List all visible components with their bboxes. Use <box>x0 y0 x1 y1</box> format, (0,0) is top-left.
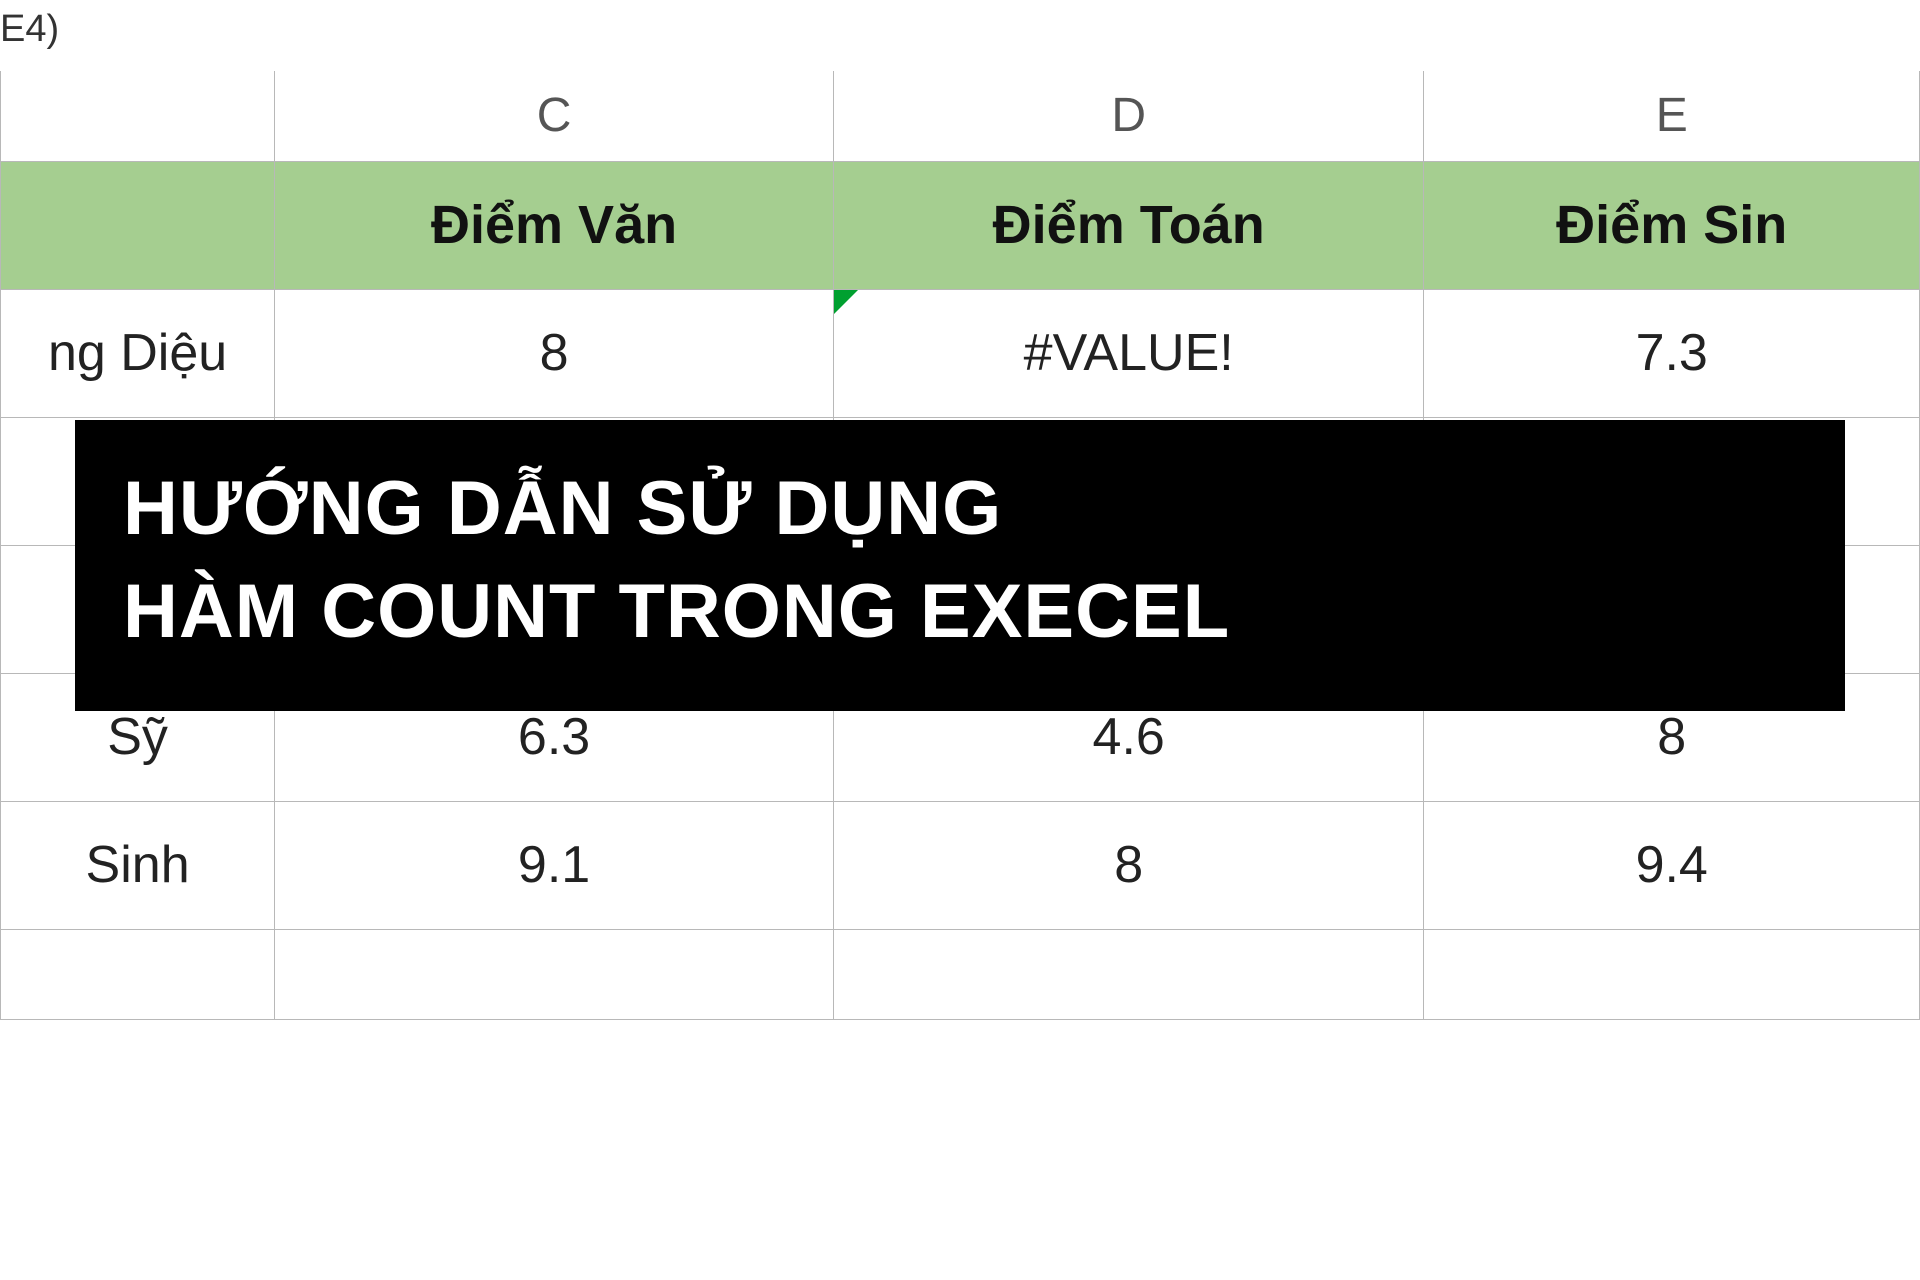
cell-name-0[interactable]: ng Diệu <box>1 289 275 417</box>
cell-name-4[interactable]: Sinh <box>1 801 275 929</box>
table-row: ng Diệu 8 #VALUE! 7.3 <box>1 289 1920 417</box>
col-letter-e[interactable]: E <box>1424 71 1920 161</box>
header-van[interactable]: Điểm Văn <box>275 161 834 289</box>
cell-sinh-0[interactable]: 7.3 <box>1424 289 1920 417</box>
cell-toan-4[interactable]: 8 <box>833 801 1423 929</box>
cell-sinh-4[interactable]: 9.4 <box>1424 801 1920 929</box>
cell-empty[interactable] <box>833 929 1423 1019</box>
header-name-blank[interactable] <box>1 161 275 289</box>
banner-line-2: HÀM COUNT TRONG EXECEL <box>123 561 1797 664</box>
col-letter-d[interactable]: D <box>833 71 1423 161</box>
formula-bar[interactable]: E4) <box>0 0 1920 71</box>
cell-empty[interactable] <box>1424 929 1920 1019</box>
header-sinh[interactable]: Điểm Sin <box>1424 161 1920 289</box>
cell-van-4[interactable]: 9.1 <box>275 801 834 929</box>
col-letter-c[interactable]: C <box>275 71 834 161</box>
title-banner: HƯỚNG DẪN SỬ DỤNG HÀM COUNT TRONG EXECEL <box>75 420 1845 711</box>
column-letter-row: C D E <box>1 71 1920 161</box>
header-row: Điểm Văn Điểm Toán Điểm Sin <box>1 161 1920 289</box>
banner-line-1: HƯỚNG DẪN SỬ DỤNG <box>123 458 1797 561</box>
header-toan[interactable]: Điểm Toán <box>833 161 1423 289</box>
cell-empty[interactable] <box>1 929 275 1019</box>
table-row: Sinh 9.1 8 9.4 <box>1 801 1920 929</box>
table-row <box>1 929 1920 1019</box>
col-letter-blank[interactable] <box>1 71 275 161</box>
cell-toan-0[interactable]: #VALUE! <box>833 289 1423 417</box>
cell-van-0[interactable]: 8 <box>275 289 834 417</box>
cell-empty[interactable] <box>275 929 834 1019</box>
